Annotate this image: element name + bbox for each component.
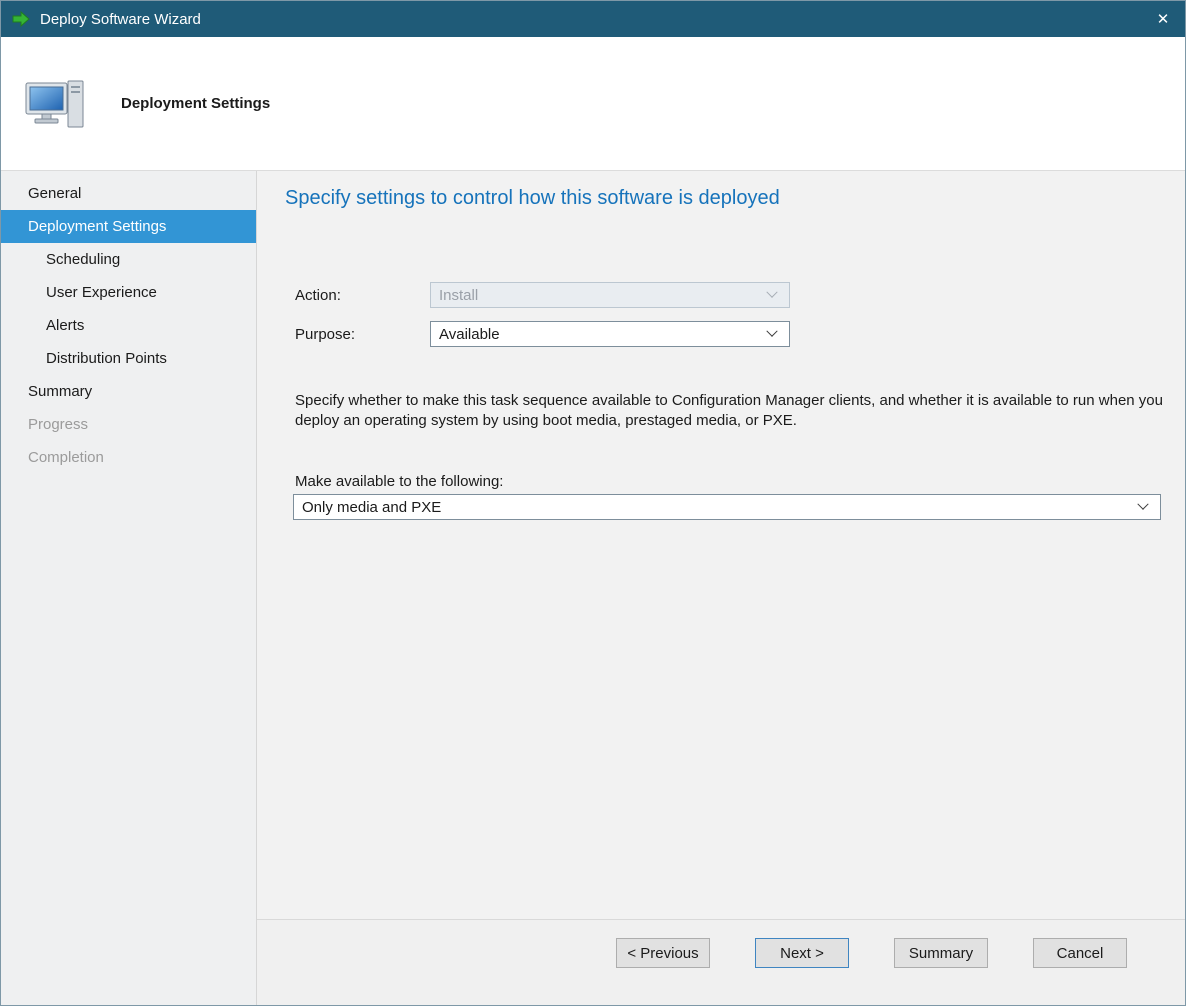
wizard-body: General Deployment Settings Scheduling U… (1, 171, 1185, 1005)
purpose-combobox[interactable]: Available (430, 321, 790, 347)
sidebar-item-progress: Progress (1, 408, 256, 441)
make-available-label: Make available to the following: (295, 473, 1185, 490)
summary-button[interactable]: Summary (894, 938, 988, 968)
footer: < Previous Next > Summary Cancel (257, 919, 1185, 1005)
make-available-combobox[interactable]: Only media and PXE (293, 494, 1161, 520)
computer-icon (23, 75, 89, 133)
purpose-label: Purpose: (295, 326, 430, 343)
next-button[interactable]: Next > (755, 938, 849, 968)
sidebar-item-scheduling[interactable]: Scheduling (1, 243, 256, 276)
close-icon[interactable]: ✕ (1141, 1, 1185, 37)
deployment-form: Action: Install Purpose: Available (295, 282, 1185, 347)
sidebar-item-distribution-points[interactable]: Distribution Points (1, 342, 256, 375)
chevron-down-icon (1137, 499, 1148, 510)
sidebar-item-alerts[interactable]: Alerts (1, 309, 256, 342)
sidebar: General Deployment Settings Scheduling U… (1, 171, 257, 1005)
content-panel: Specify settings to control how this sof… (257, 171, 1185, 1005)
action-label: Action: (295, 287, 430, 304)
action-row: Action: Install (295, 282, 1185, 308)
window-title: Deploy Software Wizard (40, 11, 201, 28)
chevron-down-icon (766, 326, 777, 337)
description-text: Specify whether to make this task sequen… (295, 391, 1167, 431)
page-title: Deployment Settings (121, 95, 270, 112)
sidebar-item-completion: Completion (1, 441, 256, 474)
header: Deployment Settings (1, 37, 1185, 171)
titlebar[interactable]: Deploy Software Wizard ✕ (1, 1, 1185, 37)
purpose-value: Available (439, 326, 500, 343)
sidebar-item-summary[interactable]: Summary (1, 375, 256, 408)
sidebar-item-user-experience[interactable]: User Experience (1, 276, 256, 309)
make-available-value: Only media and PXE (302, 499, 441, 516)
wizard-arrow-icon (11, 9, 31, 29)
sidebar-item-deployment-settings[interactable]: Deployment Settings (1, 210, 256, 243)
cancel-button[interactable]: Cancel (1033, 938, 1127, 968)
purpose-row: Purpose: Available (295, 321, 1185, 347)
content-heading: Specify settings to control how this sof… (285, 187, 1185, 210)
sidebar-item-general[interactable]: General (1, 177, 256, 210)
chevron-down-icon (766, 287, 777, 298)
action-value: Install (439, 287, 478, 304)
deploy-software-wizard-window: Deploy Software Wizard ✕ Depl (0, 0, 1186, 1006)
action-combobox: Install (430, 282, 790, 308)
make-available-row: Only media and PXE (293, 494, 1185, 520)
previous-button[interactable]: < Previous (616, 938, 710, 968)
